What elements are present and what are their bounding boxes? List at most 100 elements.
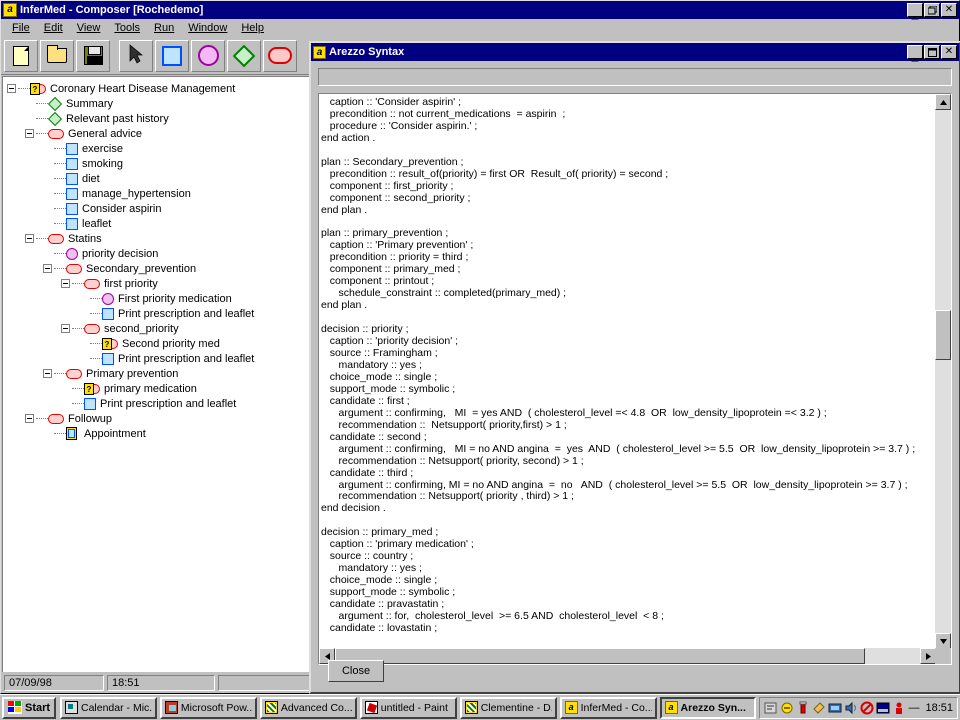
taskbar-item[interactable]: Advanced Co... bbox=[259, 696, 357, 719]
enquiry-node-button[interactable] bbox=[227, 39, 261, 72]
red-rounded-rect-icon bbox=[48, 128, 64, 139]
tree-expander[interactable] bbox=[43, 369, 52, 378]
tray-icon-3[interactable] bbox=[796, 701, 810, 715]
tree-connector bbox=[36, 418, 48, 419]
red-rounded-rect-icon bbox=[66, 368, 82, 379]
tree-item[interactable]: Print prescription and leaflet bbox=[7, 306, 309, 321]
tree-item[interactable]: ? Second priority med bbox=[7, 336, 309, 351]
tree-item[interactable]: General advice bbox=[7, 126, 309, 141]
menu-file[interactable]: File bbox=[5, 20, 37, 36]
tree-connector bbox=[90, 313, 102, 314]
tree-item[interactable]: First priority medication bbox=[7, 291, 309, 306]
tree-item[interactable]: exercise bbox=[7, 141, 309, 156]
tree-connector bbox=[36, 118, 48, 119]
action-node-button[interactable] bbox=[155, 39, 189, 72]
tree-item[interactable]: Print prescription and leaflet bbox=[7, 396, 309, 411]
taskbar-item[interactable]: Calendar - Mic... bbox=[60, 696, 157, 719]
start-button[interactable]: Start bbox=[2, 696, 56, 719]
tree-expander[interactable] bbox=[25, 129, 34, 138]
hscroll-thumb[interactable] bbox=[335, 648, 865, 664]
scroll-right-button[interactable] bbox=[920, 648, 936, 664]
scroll-up-button[interactable] bbox=[935, 94, 951, 110]
close-button[interactable]: Close bbox=[328, 660, 384, 682]
query-plan-icon: ? bbox=[30, 82, 46, 95]
tree-connector bbox=[72, 283, 84, 284]
tree-item[interactable]: second_priority bbox=[7, 321, 309, 336]
menu-run[interactable]: Run bbox=[147, 20, 181, 36]
menu-window-label: Window bbox=[188, 21, 228, 34]
close-icon[interactable]: ✕ bbox=[941, 45, 957, 59]
taskbar-item[interactable]: a Arezzo Syn... bbox=[659, 696, 757, 719]
tree-item-label: Consider aspirin bbox=[82, 202, 162, 215]
tree-item[interactable]: Statins bbox=[7, 231, 309, 246]
tree-item[interactable]: priority decision bbox=[7, 246, 309, 261]
select-pointer-button[interactable] bbox=[119, 39, 153, 72]
scroll-down-button[interactable] bbox=[935, 633, 951, 649]
tree-expander[interactable] bbox=[61, 279, 70, 288]
horizontal-scrollbar[interactable] bbox=[319, 648, 936, 664]
tree-item[interactable]: Secondary_prevention bbox=[7, 261, 309, 276]
red-rounded-rect-icon bbox=[268, 47, 292, 64]
plan-node-button[interactable] bbox=[263, 39, 297, 72]
menu-edit-label: Edit bbox=[43, 21, 63, 34]
vscroll-thumb[interactable] bbox=[935, 310, 951, 360]
menu-view[interactable]: View bbox=[70, 20, 108, 36]
restore-icon[interactable] bbox=[924, 3, 940, 17]
tray-icon-2[interactable] bbox=[780, 701, 794, 715]
tree-item-label: First priority medication bbox=[118, 292, 232, 305]
query-decision-icon: ? bbox=[102, 337, 118, 350]
tree-item[interactable]: Followup bbox=[7, 411, 309, 426]
tree-expander[interactable] bbox=[25, 234, 34, 243]
taskbar-item[interactable]: Clementine - D... bbox=[459, 696, 557, 719]
tree-expander[interactable] bbox=[7, 84, 16, 93]
tree-item[interactable]: Relevant past history bbox=[7, 111, 309, 126]
tree-item[interactable]: ? Coronary Heart Disease Management bbox=[7, 81, 309, 96]
minimize-icon[interactable]: _ bbox=[907, 45, 923, 61]
green-diamond-icon bbox=[47, 96, 63, 111]
menu-window[interactable]: Window bbox=[181, 20, 234, 36]
tree-expander[interactable] bbox=[25, 414, 34, 423]
tree-item[interactable]: Summary bbox=[7, 96, 309, 111]
open-folder-button[interactable] bbox=[40, 39, 74, 72]
search-input[interactable] bbox=[318, 68, 952, 86]
decision-node-button[interactable] bbox=[191, 39, 225, 72]
vertical-scrollbar[interactable] bbox=[935, 94, 951, 649]
menu-tools[interactable]: Tools bbox=[107, 20, 147, 36]
tray-icon-4[interactable] bbox=[812, 701, 826, 715]
tree-item[interactable]: diet bbox=[7, 171, 309, 186]
taskbar-item[interactable]: a InferMed - Co... bbox=[559, 696, 657, 719]
tree-item[interactable]: Print prescription and leaflet bbox=[7, 351, 309, 366]
vscroll-track[interactable] bbox=[935, 110, 951, 633]
menu-help[interactable]: Help bbox=[234, 20, 271, 36]
red-rounded-rect-icon bbox=[84, 323, 100, 334]
tray-icon-8[interactable] bbox=[876, 701, 890, 715]
protocol-tree[interactable]: ? Coronary Heart Disease Management Summar… bbox=[3, 77, 309, 672]
tray-icon-5[interactable] bbox=[828, 701, 842, 715]
minimize-icon[interactable]: _ bbox=[907, 3, 923, 19]
tree-item[interactable]: first priority bbox=[7, 276, 309, 291]
tree-expander[interactable] bbox=[43, 264, 52, 273]
taskbar-item[interactable]: untitled - Paint bbox=[359, 696, 457, 719]
tree-item[interactable]: Consider aspirin bbox=[7, 201, 309, 216]
tray-icon-7[interactable] bbox=[860, 701, 874, 715]
tree-item[interactable]: ? primary medication bbox=[7, 381, 309, 396]
maximize-icon[interactable] bbox=[924, 45, 940, 59]
code-text-area[interactable]: caption :: 'Consider aspirin' ; precondi… bbox=[319, 94, 936, 649]
save-button[interactable] bbox=[76, 39, 110, 72]
tray-icon-9[interactable] bbox=[892, 701, 906, 715]
tray-icon-6[interactable] bbox=[844, 701, 858, 715]
close-icon[interactable]: ✕ bbox=[941, 3, 957, 17]
tray-icon-1[interactable] bbox=[764, 701, 778, 715]
taskbar-item[interactable]: Microsoft Pow... bbox=[159, 696, 257, 719]
tree-connector bbox=[54, 163, 66, 164]
tree-item[interactable]: manage_hypertension bbox=[7, 186, 309, 201]
menu-edit[interactable]: Edit bbox=[37, 20, 70, 36]
tree-item[interactable]: Primary prevention bbox=[7, 366, 309, 381]
tree-item[interactable]: Appointment bbox=[7, 426, 309, 441]
new-document-button[interactable] bbox=[4, 39, 38, 72]
tree-expander[interactable] bbox=[61, 324, 70, 333]
tree-item[interactable]: leaflet bbox=[7, 216, 309, 231]
tree-item[interactable]: smoking bbox=[7, 156, 309, 171]
